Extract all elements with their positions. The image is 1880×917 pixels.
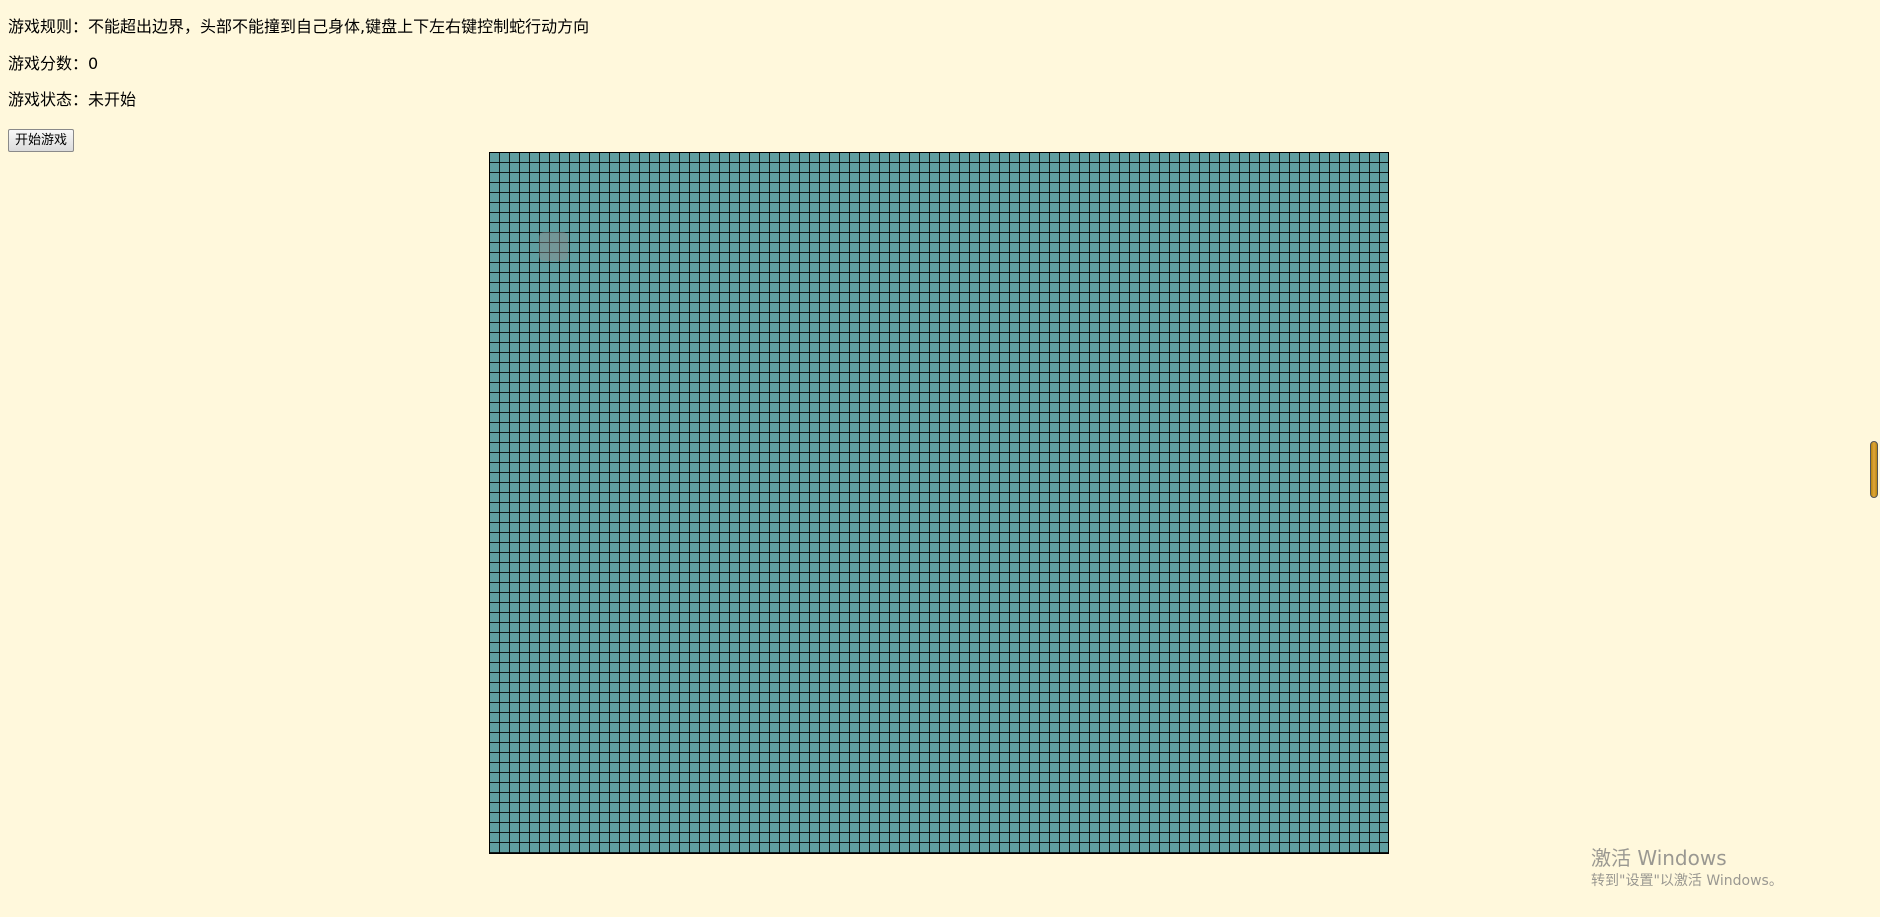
game-score-line: 游戏分数：0 [8,54,98,74]
windows-activation-watermark: 激活 Windows 转到"设置"以激活 Windows。 [1591,846,1783,892]
start-game-button[interactable]: 开始游戏 [8,129,75,152]
scrollbar-thumb[interactable] [1870,441,1878,498]
game-status-line: 游戏状态：未开始 [8,90,136,110]
game-board [489,152,1389,854]
game-score-label: 游戏分数： [8,54,89,73]
game-rules-label: 游戏规则： [8,17,89,36]
game-status-value: 未开始 [88,90,137,109]
game-score-value: 0 [88,54,99,73]
game-rules-line: 游戏规则：不能超出边界，头部不能撞到自己身体,键盘上下左右键控制蛇行动方向 [8,17,589,37]
activation-title: 激活 Windows [1591,846,1727,870]
food-cell [539,232,568,261]
activation-subtitle: 转到"设置"以激活 Windows。 [1591,873,1783,889]
game-status-label: 游戏状态： [8,90,89,109]
game-rules-text: 不能超出边界，头部不能撞到自己身体,键盘上下左右键控制蛇行动方向 [88,17,590,36]
